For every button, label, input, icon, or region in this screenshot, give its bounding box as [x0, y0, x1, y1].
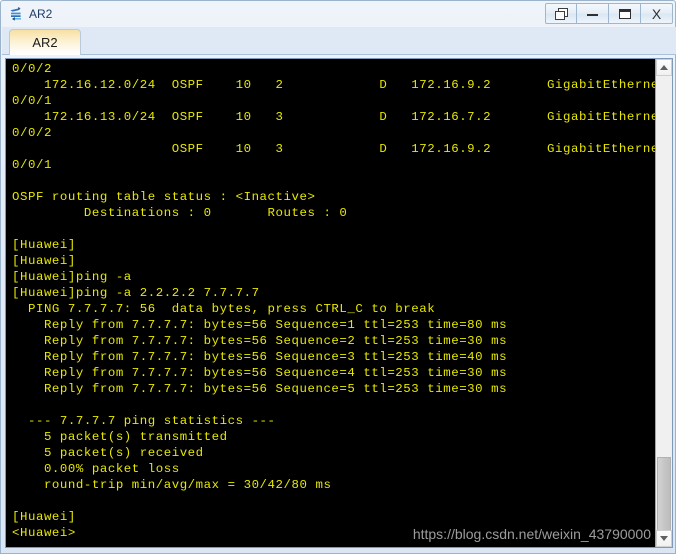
watermark-text: https://blog.csdn.net/weixin_43790000 — [412, 526, 651, 542]
maximize-window-button[interactable] — [609, 3, 641, 24]
terminal-output: 0/0/2 172.16.12.0/24 OSPF 10 2 D 172.16.… — [12, 62, 655, 540]
terminal-scrollbar[interactable] — [655, 59, 672, 547]
router-icon — [8, 6, 24, 22]
title-bar-left: AR2 — [1, 6, 52, 22]
terminal-panel: 0/0/2 172.16.12.0/24 OSPF 10 2 D 172.16.… — [5, 58, 673, 548]
close-window-button[interactable]: X — [641, 3, 673, 24]
tab-ar2-label: AR2 — [32, 35, 58, 50]
restore-window-button[interactable] — [545, 3, 577, 24]
minimize-icon — [587, 11, 598, 16]
tab-ar2[interactable]: AR2 — [9, 29, 81, 55]
maximize-icon — [618, 8, 631, 19]
minimize-window-button[interactable] — [577, 3, 609, 24]
restore-icon — [554, 7, 568, 20]
application-window: AR2 X AR2 0/0/2 172.16.12.0/24 OSPF 10 2… — [0, 0, 676, 554]
chevron-up-icon — [660, 65, 668, 70]
scroll-down-button[interactable] — [656, 530, 672, 547]
scroll-up-button[interactable] — [656, 59, 672, 76]
tab-strip: AR2 — [2, 27, 676, 55]
window-title: AR2 — [29, 7, 53, 21]
window-controls: X — [545, 3, 673, 24]
close-icon: X — [651, 5, 662, 22]
title-bar[interactable]: AR2 X — [1, 1, 676, 27]
scrollbar-thumb[interactable] — [657, 457, 671, 531]
chevron-down-icon — [660, 536, 668, 541]
terminal-console[interactable]: 0/0/2 172.16.12.0/24 OSPF 10 2 D 172.16.… — [6, 59, 655, 547]
